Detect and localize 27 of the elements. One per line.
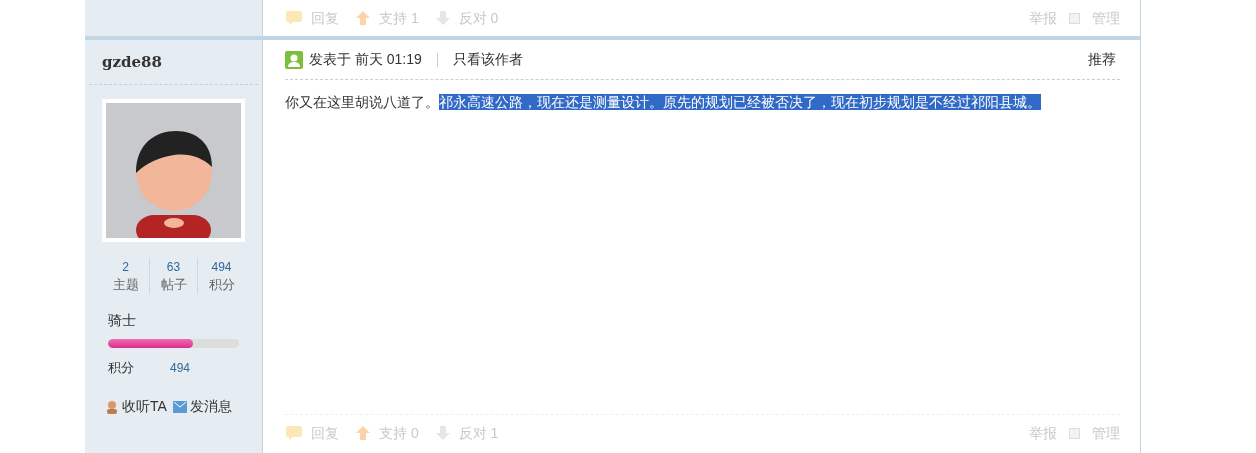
message-link[interactable]: 发消息 xyxy=(172,396,232,417)
rank-title: 骑士 xyxy=(108,311,137,330)
stat-value[interactable]: 494 xyxy=(211,258,232,276)
points-value[interactable]: 494 xyxy=(170,358,191,378)
up-arrow-icon xyxy=(355,425,371,441)
points-label: 积分 xyxy=(108,359,134,377)
only-author-link[interactable]: 只看该作者 xyxy=(452,49,523,70)
post-time: 发表于 前天 01:19 xyxy=(309,50,422,69)
down-arrow-icon xyxy=(434,10,451,26)
stat-label: 帖子 xyxy=(160,276,187,294)
envelope-icon xyxy=(172,400,187,413)
stat-label: 主题 xyxy=(112,276,139,294)
stat-value[interactable]: 2 xyxy=(122,258,129,276)
person-icon xyxy=(105,399,119,414)
author-name[interactable]: gzde88 xyxy=(102,53,162,71)
follow-link[interactable]: 收听TA xyxy=(105,396,167,417)
user-icon xyxy=(285,50,303,69)
manage-checkbox[interactable] xyxy=(1069,427,1080,439)
down-arrow-icon xyxy=(434,425,451,441)
up-arrow-icon xyxy=(355,10,371,26)
post-body: 你又在这里胡说八道了。祁永高速公路，现在还是测量设计。原先的规划已经被否决了，现在初步规划是不经过祁阳县城。 xyxy=(285,93,1042,112)
manage-checkbox[interactable] xyxy=(1069,12,1080,24)
speech-bubble-icon xyxy=(285,10,303,26)
recommend-link[interactable]: 推荐 xyxy=(1088,49,1116,70)
stat-value[interactable]: 63 xyxy=(166,258,181,276)
stat-label: 积分 xyxy=(208,276,235,294)
speech-bubble-icon xyxy=(285,425,303,441)
